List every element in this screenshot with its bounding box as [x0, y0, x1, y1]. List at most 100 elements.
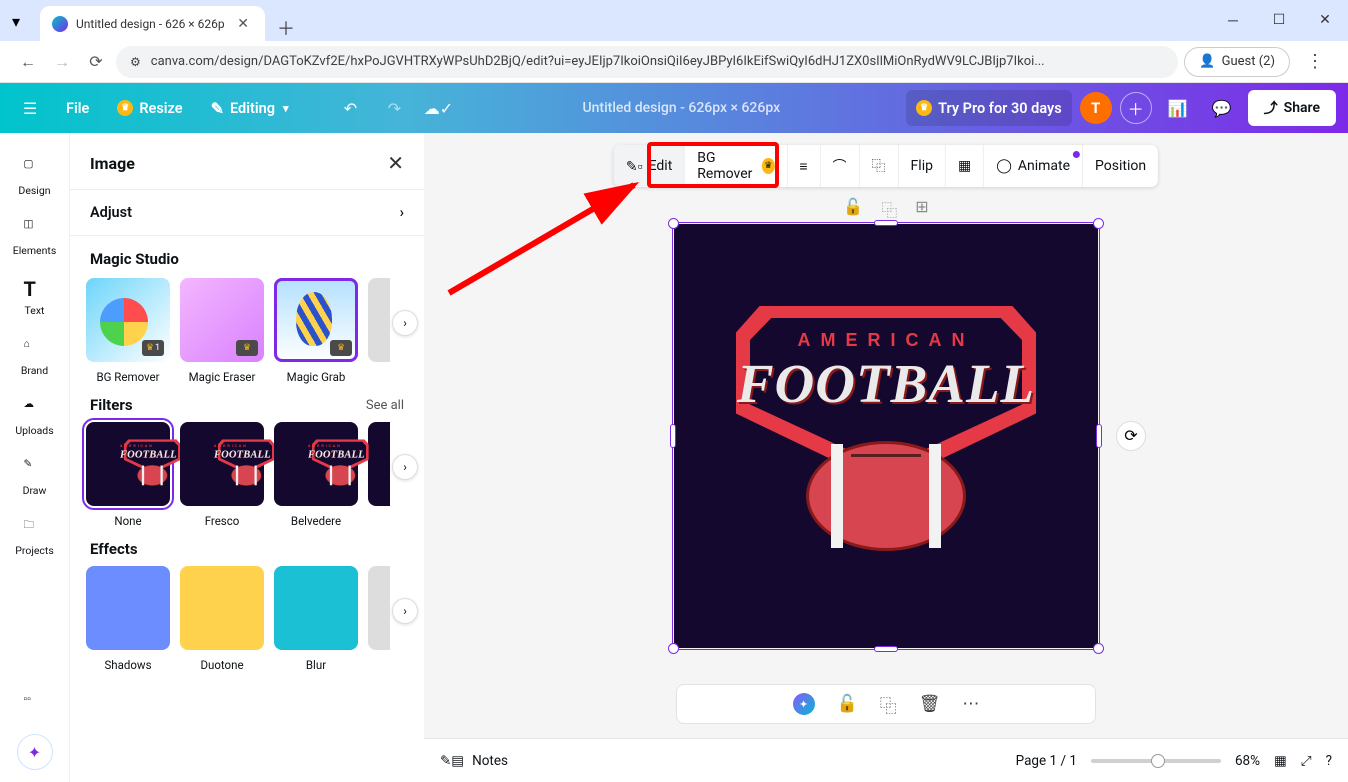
close-window-button[interactable]: ✕	[1302, 0, 1348, 40]
resize-handle-w[interactable]	[670, 424, 676, 448]
rail-uploads[interactable]: ☁Uploads	[0, 387, 70, 447]
file-button[interactable]: File	[56, 90, 99, 126]
add-member-button[interactable]: ＋	[1120, 92, 1152, 124]
zoom-level[interactable]: 68%	[1235, 753, 1260, 769]
resize-button[interactable]: ♛Resize	[107, 90, 192, 126]
grid-view-button[interactable]: ▦	[1274, 753, 1287, 769]
profile-button[interactable]: 👤 Guest (2)	[1184, 47, 1290, 77]
canvas-area: ✎▫Edit BG Remover♛ ≡ ⌒ ⿻ Flip ▦ ◯Animate…	[424, 133, 1348, 782]
resize-handle-sw[interactable]	[668, 643, 679, 654]
pro-badge: ♛	[330, 340, 352, 356]
fullscreen-button[interactable]: ⤢	[1301, 753, 1312, 769]
new-tab-button[interactable]: ＋	[265, 15, 307, 41]
scroll-right-button[interactable]: ›	[392, 454, 418, 480]
sparkle-icon: ✦	[28, 743, 41, 762]
try-pro-button[interactable]: ♛Try Pro for 30 days	[906, 90, 1072, 126]
maximize-button[interactable]: ☐	[1256, 0, 1302, 40]
pro-badge: ♛	[236, 340, 258, 356]
tab-title: Untitled design - 626 × 626p	[76, 17, 233, 31]
user-avatar[interactable]: T	[1080, 92, 1112, 124]
filter-fresco[interactable]: AMERICANFOOTBALL Fresco	[180, 422, 264, 528]
scroll-right-button[interactable]: ›	[392, 310, 418, 336]
scroll-right-button[interactable]: ›	[392, 598, 418, 624]
effect-blur[interactable]: Blur	[274, 566, 358, 672]
share-button[interactable]: ⤴Share	[1248, 90, 1336, 126]
rail-elements[interactable]: ◫Elements	[0, 207, 70, 267]
see-all-filters[interactable]: See all	[366, 398, 404, 413]
rail-design[interactable]: ▢Design	[0, 147, 70, 207]
zoom-slider-thumb[interactable]	[1151, 754, 1165, 768]
delete-button[interactable]: 🗑	[919, 694, 941, 714]
magic-button[interactable]: ✦	[793, 693, 815, 715]
brand-icon: ⌂	[24, 337, 46, 359]
browser-menu-button[interactable]: ⋮	[1296, 51, 1334, 72]
rail-brand[interactable]: ⌂Brand	[0, 327, 70, 387]
zoom-slider[interactable]	[1091, 759, 1221, 763]
magic-grab-tool[interactable]: ♛ Magic Grab	[274, 278, 358, 384]
tab-list-dropdown[interactable]: ▾	[12, 12, 30, 30]
bg-remover-tool[interactable]: ♛1 BG Remover	[86, 278, 170, 384]
comment-button[interactable]: 💬	[1204, 90, 1240, 126]
window-controls: ─ ☐ ✕	[1210, 0, 1348, 40]
effect-shadows[interactable]: Shadows	[86, 566, 170, 672]
resize-handle-nw[interactable]	[668, 218, 679, 229]
rail-draw[interactable]: ✎Draw	[0, 447, 70, 507]
browser-tab[interactable]: Untitled design - 626 × 626p ✕	[40, 6, 265, 41]
reload-button[interactable]: ⟳	[82, 48, 110, 76]
magic-ai-button[interactable]: ✦	[17, 734, 53, 770]
resize-handle-s[interactable]	[874, 646, 898, 652]
partial-thumb[interactable]	[368, 422, 390, 506]
canva-top-toolbar: ☰ File ♛Resize ✎Editing▾ ↶ ↷ ☁✓ Untitled…	[0, 83, 1348, 133]
cloud-sync-icon[interactable]: ☁✓	[420, 90, 456, 126]
forward-button[interactable]: →	[48, 48, 76, 76]
filter-none[interactable]: AMERICANFOOTBALL None	[86, 422, 170, 528]
partial-thumb[interactable]	[368, 566, 390, 650]
left-icon-rail: ▢Design ◫Elements TText ⌂Brand ☁Uploads …	[0, 133, 70, 782]
rotate-handle[interactable]: ⟳	[1116, 421, 1146, 451]
filters-row: AMERICANFOOTBALL None AMERICANFOOTBALL F…	[70, 422, 424, 528]
notes-button[interactable]: Notes	[472, 753, 508, 769]
design-page[interactable]: AMERICAN FOOTBALL	[674, 224, 1098, 648]
filters-heading: Filters	[90, 396, 133, 414]
panel-title: Image	[90, 154, 135, 173]
page-counter[interactable]: Page 1 / 1	[1016, 753, 1077, 769]
crown-icon: ♛	[916, 100, 932, 116]
cloud-upload-icon: ☁	[24, 397, 46, 419]
more-options-button[interactable]: ⋯	[962, 694, 979, 714]
draw-icon: ✎	[24, 457, 46, 479]
undo-button[interactable]: ↶	[332, 90, 368, 126]
menu-button[interactable]: ☰	[12, 90, 48, 126]
notes-icon[interactable]: ✎▤	[440, 753, 464, 769]
canva-favicon-icon	[52, 16, 68, 32]
magic-eraser-tool[interactable]: ♛ Magic Eraser	[180, 278, 264, 384]
canvas-stage[interactable]: AMERICAN FOOTBALL	[424, 133, 1348, 738]
template-icon: ▢	[24, 157, 46, 179]
magic-studio-row: ♛1 BG Remover ♛ Magic Eraser ♛ Magic Gra…	[70, 278, 424, 384]
help-button[interactable]: ?	[1326, 753, 1332, 769]
close-tab-icon[interactable]: ✕	[233, 16, 253, 32]
close-panel-button[interactable]: ✕	[387, 151, 404, 175]
redo-button[interactable]: ↷	[376, 90, 412, 126]
duplicate-button[interactable]: ⿻	[880, 692, 897, 717]
resize-handle-se[interactable]	[1093, 643, 1104, 654]
document-title[interactable]: Untitled design - 626px × 626px	[464, 100, 898, 116]
adjust-row[interactable]: Adjust ›	[70, 190, 424, 235]
editing-mode-button[interactable]: ✎Editing▾	[201, 90, 299, 126]
partial-thumb[interactable]	[368, 278, 390, 362]
lock-button[interactable]: 🔓	[837, 694, 858, 714]
rail-apps[interactable]: ▫▫	[0, 682, 70, 724]
rail-text[interactable]: TText	[0, 267, 70, 327]
resize-handle-ne[interactable]	[1093, 218, 1104, 229]
rail-projects[interactable]: 🗀Projects	[0, 507, 70, 567]
resize-handle-e[interactable]	[1096, 424, 1102, 448]
back-button[interactable]: ←	[14, 48, 42, 76]
filter-belvedere[interactable]: AMERICANFOOTBALL Belvedere	[274, 422, 358, 528]
effects-heading: Effects	[90, 540, 138, 558]
analytics-button[interactable]: 📊	[1160, 90, 1196, 126]
site-settings-icon[interactable]: ⚙	[130, 55, 141, 69]
effect-duotone[interactable]: Duotone	[180, 566, 264, 672]
url-input[interactable]: ⚙ canva.com/design/DAGToKZvf2E/hxPoJGVHT…	[116, 46, 1178, 78]
minimize-button[interactable]: ─	[1210, 0, 1256, 40]
resize-handle-n[interactable]	[874, 220, 898, 226]
upload-icon: ⤴	[1264, 98, 1278, 118]
